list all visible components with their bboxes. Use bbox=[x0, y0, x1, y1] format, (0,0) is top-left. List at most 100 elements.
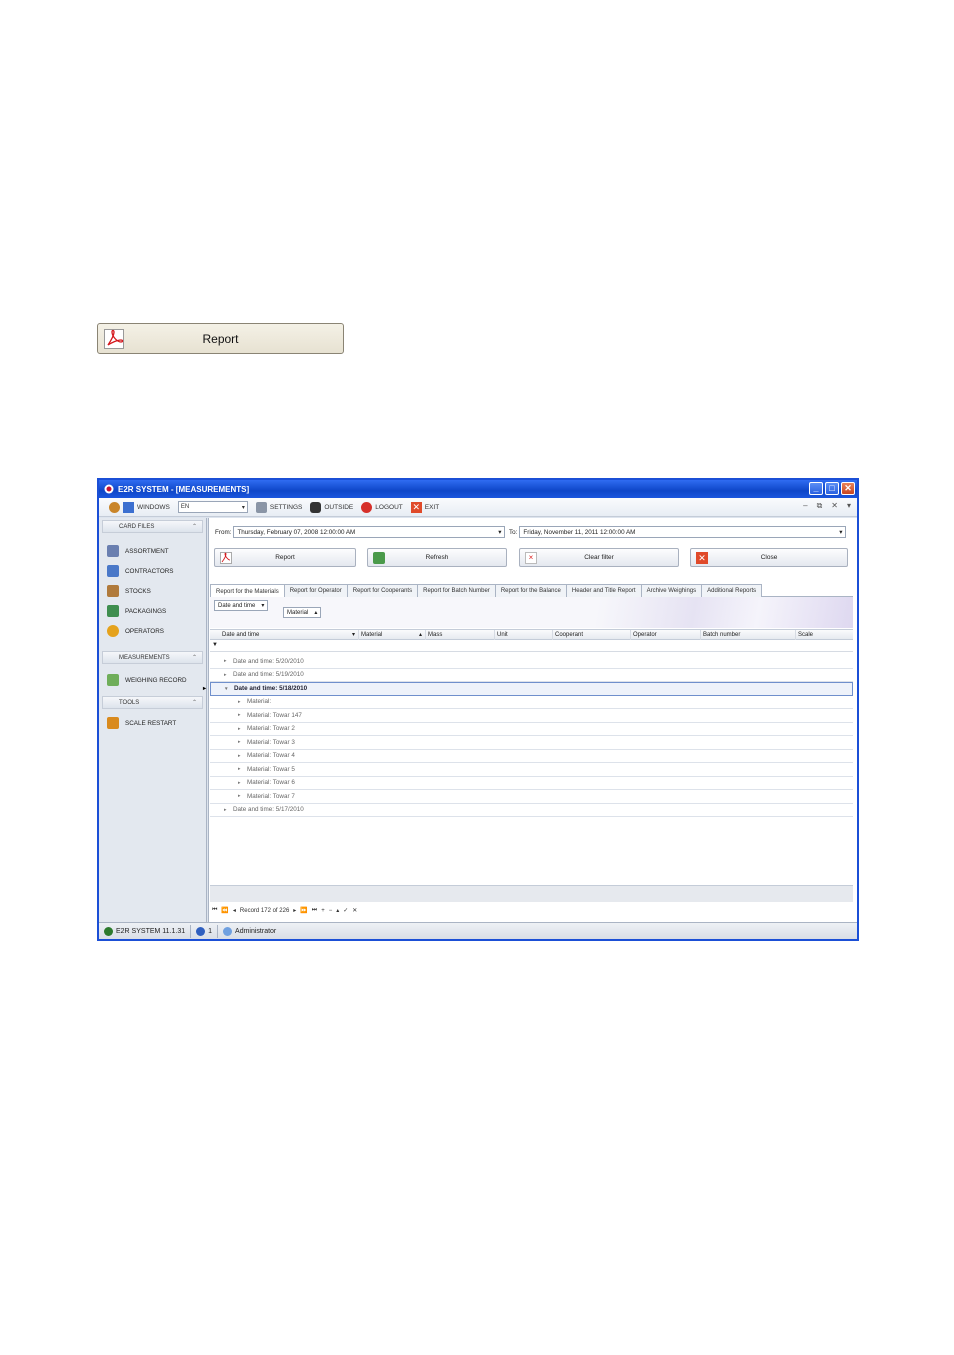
nav-item-weighing-record[interactable]: WEIGHING RECORD bbox=[99, 670, 206, 690]
tab-operator[interactable]: Report for Operator bbox=[283, 584, 348, 597]
col-scale[interactable]: Scale bbox=[796, 630, 856, 640]
group-row-date[interactable]: ▸ Date and time: 5/19/2010 bbox=[210, 669, 853, 682]
tab-batch-number[interactable]: Report for Batch Number bbox=[417, 584, 496, 597]
row-label: Material: Towar 7 bbox=[247, 792, 295, 800]
row-label: Date and time: 5/18/2010 bbox=[234, 685, 308, 693]
nav-item-label: STOCKS bbox=[125, 587, 151, 595]
tab-cooperants[interactable]: Report for Cooperants bbox=[346, 584, 419, 597]
nav-item-stocks[interactable]: STOCKS bbox=[99, 581, 206, 601]
nav-item-operators[interactable]: OPERATORS bbox=[99, 621, 206, 641]
col-date-time[interactable]: Date and time ▾ bbox=[220, 630, 359, 640]
tab-header-title[interactable]: Header and Title Report bbox=[565, 584, 642, 597]
maximize-button[interactable]: □ bbox=[825, 482, 839, 495]
prev-record-icon[interactable]: ◂ bbox=[233, 907, 236, 914]
from-date-input[interactable]: Thursday, February 07, 2008 12:00:00 AM … bbox=[233, 526, 506, 538]
report-action-button[interactable]: Report bbox=[214, 548, 356, 567]
confirm-icon[interactable]: ✓ bbox=[343, 907, 348, 914]
user-name: Administrator bbox=[235, 927, 277, 935]
refresh-button[interactable]: Refresh bbox=[367, 548, 507, 567]
nav-item-contractors[interactable]: CONTRACTORS bbox=[99, 561, 206, 581]
chevron-up-icon: ⌃ bbox=[191, 700, 197, 706]
mdi-restore-icon[interactable]: ⧉ bbox=[817, 501, 823, 511]
nav-item-assortment[interactable]: ASSORTMENT bbox=[99, 541, 206, 561]
nav-group-tools[interactable]: TOOLS ⌃ bbox=[102, 696, 203, 709]
group-row-material[interactable]: ▸ Material: Towar 7 bbox=[210, 790, 853, 804]
clear-filter-button[interactable]: × Clear filter bbox=[519, 548, 679, 567]
group-row-material[interactable]: ▸ Material: Towar 6 bbox=[210, 777, 853, 790]
expand-icon[interactable]: ▸ bbox=[238, 726, 244, 732]
language-select[interactable]: EN ▾ bbox=[177, 501, 248, 513]
last-record-icon[interactable]: ⏭ bbox=[312, 907, 317, 914]
expand-icon[interactable]: ▸ bbox=[224, 807, 230, 813]
tab-additional[interactable]: Additional Reports bbox=[701, 584, 763, 597]
delete-record-icon[interactable]: − bbox=[329, 908, 333, 914]
close-label: Close bbox=[760, 554, 778, 561]
settings-button[interactable]: SETTINGS bbox=[255, 501, 302, 513]
group-row-material[interactable]: ▸ Material: Towar 4 bbox=[210, 750, 853, 763]
minimize-button[interactable]: _ bbox=[809, 482, 823, 495]
nav-group-card-files[interactable]: CARD FILES ⌃ bbox=[102, 520, 203, 533]
group-chip-material[interactable]: Material ▴ bbox=[283, 607, 322, 618]
prev-page-icon[interactable]: ⏪ bbox=[221, 907, 228, 914]
collapse-icon[interactable]: ▾ bbox=[225, 686, 231, 692]
col-operator[interactable]: Operator bbox=[631, 630, 701, 640]
next-record-icon[interactable]: ▸ bbox=[293, 907, 296, 914]
add-record-icon[interactable]: + bbox=[321, 908, 325, 914]
nav-item-label: WEIGHING RECORD bbox=[125, 676, 187, 684]
exit-button[interactable]: ✕ EXIT bbox=[410, 501, 439, 513]
logout-button[interactable]: LOGOUT bbox=[361, 501, 403, 513]
expand-icon[interactable]: ▸ bbox=[238, 739, 244, 745]
row-label: Date and time: 5/19/2010 bbox=[233, 671, 304, 679]
filter-icon: ▼ bbox=[212, 642, 218, 648]
group-row-material[interactable]: ▸ Material: Towar 5 bbox=[210, 763, 853, 777]
mdi-minimize-icon[interactable]: – bbox=[803, 501, 807, 511]
col-unit[interactable]: Unit bbox=[495, 630, 553, 640]
expand-icon[interactable]: ▸ bbox=[238, 780, 244, 786]
expand-icon[interactable]: ▸ bbox=[224, 658, 230, 664]
close-window-button[interactable]: ✕ bbox=[841, 482, 855, 495]
col-mass[interactable]: Mass bbox=[426, 630, 495, 640]
cancel-icon[interactable]: ✕ bbox=[352, 907, 357, 914]
col-batch-number[interactable]: Batch number bbox=[701, 630, 796, 640]
group-row-date[interactable]: ▾ Date and time: 5/18/2010 ▸ bbox=[203, 682, 853, 696]
users-count: 1 bbox=[208, 927, 213, 935]
outside-button[interactable]: OUTSIDE bbox=[310, 501, 353, 513]
expand-icon[interactable]: ▸ bbox=[238, 766, 244, 772]
mdi-close-icon[interactable]: ✕ bbox=[831, 501, 838, 511]
first-record-icon[interactable]: ⏮ bbox=[212, 907, 217, 914]
expand-icon[interactable]: ▸ bbox=[238, 753, 244, 759]
group-chip-date[interactable]: Date and time ▾ bbox=[214, 600, 269, 611]
tab-archive[interactable]: Archive Weighings bbox=[640, 584, 703, 597]
report-button[interactable]: Report bbox=[97, 323, 344, 354]
tab-materials[interactable]: Report for the Materials bbox=[210, 584, 285, 598]
expand-icon[interactable]: ▸ bbox=[238, 699, 244, 705]
hand-icon[interactable] bbox=[109, 501, 120, 513]
row-label: Material: Towar 5 bbox=[247, 765, 295, 773]
chevron-up-icon: ⌃ bbox=[191, 524, 197, 530]
nav-item-packagings[interactable]: PACKAGINGS bbox=[99, 601, 206, 621]
nav-item-scale-restart[interactable]: SCALE RESTART bbox=[99, 713, 206, 733]
group-row-material[interactable]: ▸ Material: bbox=[210, 696, 853, 709]
next-page-icon[interactable]: ⏩ bbox=[300, 907, 307, 914]
group-row-material[interactable]: ▸ Material: Towar 2 bbox=[210, 723, 853, 736]
pdf-icon bbox=[220, 552, 232, 564]
grid-filter-row[interactable]: ▼ bbox=[210, 641, 853, 652]
group-row-material[interactable]: ▸ Material: Towar 147 bbox=[210, 709, 853, 723]
group-row-date[interactable]: ▸ Date and time: 5/17/2010 bbox=[210, 804, 853, 817]
group-row-date[interactable]: ▸ Date and time: 5/20/2010 bbox=[210, 655, 853, 669]
col-material[interactable]: Material ▴ bbox=[359, 630, 426, 640]
expand-icon[interactable]: ▸ bbox=[238, 712, 244, 718]
expand-icon[interactable]: ▸ bbox=[238, 793, 244, 799]
close-button[interactable]: ✕ Close bbox=[690, 548, 848, 567]
tab-balance[interactable]: Report for the Balance bbox=[494, 584, 567, 597]
mdi-menu-icon[interactable]: ▾ bbox=[847, 501, 851, 511]
edit-record-icon[interactable]: ▴ bbox=[336, 907, 339, 914]
expand-icon[interactable]: ▸ bbox=[224, 672, 230, 678]
group-row-material[interactable]: ▸ Material: Towar 3 bbox=[210, 736, 853, 750]
row-indicator-icon: ▸ bbox=[203, 686, 207, 693]
windows-menu[interactable]: WINDOWS bbox=[123, 501, 170, 513]
nav-group-measurements[interactable]: MEASUREMENTS ⌃ bbox=[102, 651, 203, 664]
to-date-input[interactable]: Friday, November 11, 2011 12:00:00 AM ▾ bbox=[519, 526, 847, 538]
close-icon: ✕ bbox=[696, 552, 708, 564]
col-cooperant[interactable]: Cooperant bbox=[553, 630, 631, 640]
